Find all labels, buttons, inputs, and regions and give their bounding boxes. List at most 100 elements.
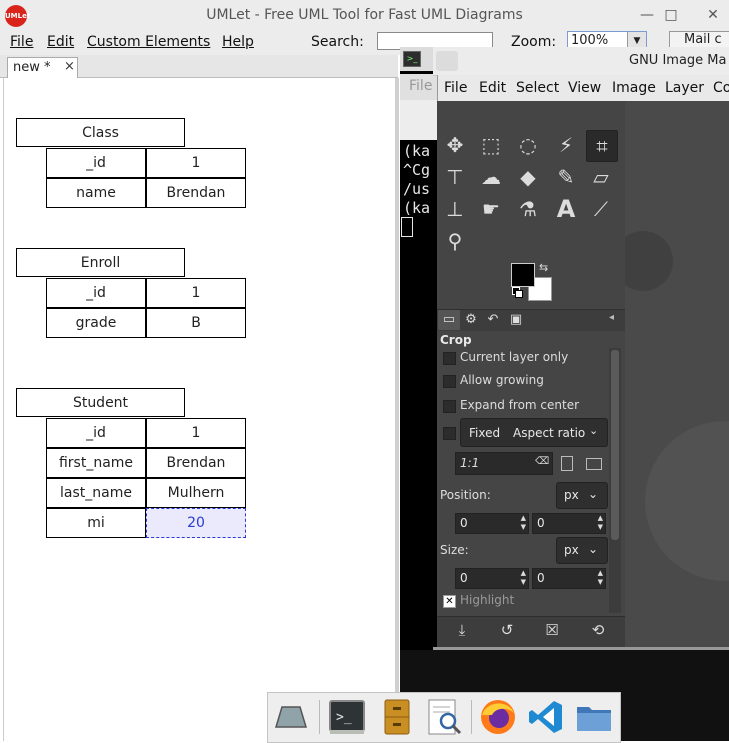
- table-cell[interactable]: Brendan: [146, 448, 246, 478]
- save-tool-preset-icon[interactable]: ⤓: [452, 620, 472, 640]
- size-x-input[interactable]: 0 ▲ ▼: [455, 568, 529, 589]
- pane-resize-handle[interactable]: [625, 361, 631, 385]
- scrollbar-thumb[interactable]: [611, 350, 619, 540]
- table-cell[interactable]: name: [46, 178, 146, 208]
- table-cell[interactable]: mi: [46, 508, 146, 538]
- dock-menu-icon[interactable]: ◂: [609, 312, 614, 323]
- menu-custom-elements[interactable]: Custom Elements: [87, 34, 210, 50]
- tab-new-diagram[interactable]: new * ×: [7, 57, 78, 78]
- file-cabinet-icon[interactable]: [377, 697, 417, 737]
- gimp-menu-select[interactable]: Select: [516, 80, 559, 96]
- clear-icon[interactable]: ⌫: [535, 456, 549, 467]
- table-cell[interactable]: Mulhern: [146, 478, 246, 508]
- table-cell[interactable]: last_name: [46, 478, 146, 508]
- color-picker-icon[interactable]: ⟋: [586, 194, 616, 224]
- gimp-logo-icon: [436, 51, 458, 71]
- undo-history-tab-icon[interactable]: ↶: [482, 310, 504, 330]
- position-x-input[interactable]: 0 ▲ ▼: [455, 513, 529, 534]
- smudge-icon[interactable]: ☛: [476, 194, 506, 224]
- fixed-value: Aspect ratio: [513, 426, 586, 440]
- allow-growing-checkbox[interactable]: [443, 375, 456, 388]
- fixed-aspect-select[interactable]: Fixed Aspect ratio ⌄: [460, 418, 608, 447]
- zoom-icon[interactable]: ⚲: [440, 226, 470, 256]
- highlight-checkbox[interactable]: ✕: [443, 595, 456, 608]
- align-icon[interactable]: ⊤: [440, 162, 470, 192]
- dodge-icon[interactable]: ⚗: [513, 194, 543, 224]
- images-tab-icon[interactable]: ▣: [505, 310, 527, 330]
- size-y-value: 0: [537, 571, 545, 585]
- lasso-icon[interactable]: ◌: [513, 130, 543, 160]
- move-icon[interactable]: ✥: [440, 130, 470, 160]
- size-y-input[interactable]: 0 ▲ ▼: [532, 568, 606, 589]
- table-cell[interactable]: _id: [46, 418, 146, 448]
- table-cell[interactable]: first_name: [46, 448, 146, 478]
- rect-select-icon[interactable]: ⬚: [476, 130, 506, 160]
- gimp-menu-edit[interactable]: Edit: [479, 80, 506, 96]
- gimp-menu-view[interactable]: View: [568, 80, 601, 96]
- table-cell[interactable]: 1: [146, 278, 246, 308]
- reset-tool-options-icon[interactable]: ⟲: [588, 620, 608, 640]
- clone-icon[interactable]: ⊥: [440, 194, 470, 224]
- table-cell[interactable]: 1: [146, 418, 246, 448]
- uml-class-title[interactable]: Class: [16, 118, 185, 147]
- folder-icon[interactable]: [574, 697, 614, 737]
- spin-arrows-icon[interactable]: ▲ ▼: [521, 514, 526, 532]
- expand-from-center-checkbox[interactable]: [443, 400, 456, 413]
- bucket-fill-icon[interactable]: ◆: [513, 162, 543, 192]
- terminal-icon[interactable]: >_: [327, 697, 367, 737]
- table-cell[interactable]: 1: [146, 148, 246, 178]
- menu-edit[interactable]: Edit: [47, 34, 74, 50]
- vscode-icon[interactable]: [526, 697, 566, 737]
- delete-tool-preset-icon[interactable]: ☒: [542, 620, 562, 640]
- menu-help[interactable]: Help: [222, 34, 254, 50]
- diagram-canvas[interactable]: Class _id 1 name Brendan Enroll _id 1 gr…: [3, 78, 396, 741]
- table-cell[interactable]: grade: [46, 308, 146, 338]
- close-icon[interactable]: ×: [64, 59, 75, 74]
- fuzzy-select-icon[interactable]: ⚡: [551, 130, 581, 160]
- position-unit-select[interactable]: px ⌄: [556, 482, 608, 509]
- document-viewer-icon[interactable]: [424, 697, 464, 737]
- fixed-checkbox[interactable]: [443, 427, 456, 440]
- warp-icon[interactable]: ☁: [476, 162, 506, 192]
- tool-options-tab-icon[interactable]: ▭: [438, 310, 460, 330]
- table-cell[interactable]: Brendan: [146, 178, 246, 208]
- spin-arrows-icon[interactable]: ▲ ▼: [598, 569, 603, 587]
- device-status-tab-icon[interactable]: ⚙: [460, 310, 482, 330]
- paintbrush-icon[interactable]: ✎: [551, 162, 581, 192]
- portrait-icon[interactable]: [561, 456, 573, 471]
- gimp-canvas-area[interactable]: [625, 101, 729, 647]
- table-cell[interactable]: _id: [46, 148, 146, 178]
- selected-table-cell[interactable]: 20: [146, 508, 246, 538]
- spin-arrows-icon[interactable]: ▲ ▼: [521, 569, 526, 587]
- firefox-icon[interactable]: [478, 697, 518, 737]
- swap-colors-icon[interactable]: ⇆: [539, 261, 548, 274]
- size-unit-select[interactable]: px ⌄: [556, 537, 608, 564]
- eraser-icon[interactable]: ▱: [586, 162, 616, 192]
- spin-arrows-icon[interactable]: ▲ ▼: [598, 514, 603, 532]
- current-layer-only-checkbox[interactable]: [443, 352, 456, 365]
- gimp-menu-layer[interactable]: Layer: [665, 80, 704, 96]
- menu-file[interactable]: File: [10, 34, 33, 50]
- table-cell[interactable]: B: [146, 308, 246, 338]
- reset-colors-icon[interactable]: [512, 287, 523, 298]
- foreground-color-swatch[interactable]: [511, 263, 535, 287]
- uml-class-title[interactable]: Student: [16, 388, 185, 417]
- table-cell[interactable]: _id: [46, 278, 146, 308]
- aspect-ratio-input[interactable]: 1:1 ⌫: [455, 452, 553, 475]
- position-y-input[interactable]: 0 ▲ ▼: [532, 513, 606, 534]
- close-button[interactable]: ✕: [705, 6, 721, 24]
- gimp-menu-image[interactable]: Image: [612, 80, 656, 96]
- maximize-button[interactable]: □: [663, 6, 679, 24]
- gimp-menu-colors[interactable]: Co: [713, 80, 729, 96]
- gimp-menu-file[interactable]: File: [444, 80, 467, 96]
- minimize-button[interactable]: —: [639, 6, 655, 24]
- text-icon[interactable]: A: [551, 194, 581, 224]
- crop-icon[interactable]: ⌗: [586, 130, 618, 162]
- restore-tool-preset-icon[interactable]: ↺: [497, 620, 517, 640]
- terminal-line: /us: [403, 180, 431, 198]
- landscape-icon[interactable]: [586, 458, 602, 470]
- desktop-icon[interactable]: [270, 697, 310, 737]
- terminal-menu-file[interactable]: File: [409, 78, 432, 94]
- uml-class-title[interactable]: Enroll: [16, 248, 185, 277]
- vertical-scrollbar[interactable]: [395, 78, 399, 741]
